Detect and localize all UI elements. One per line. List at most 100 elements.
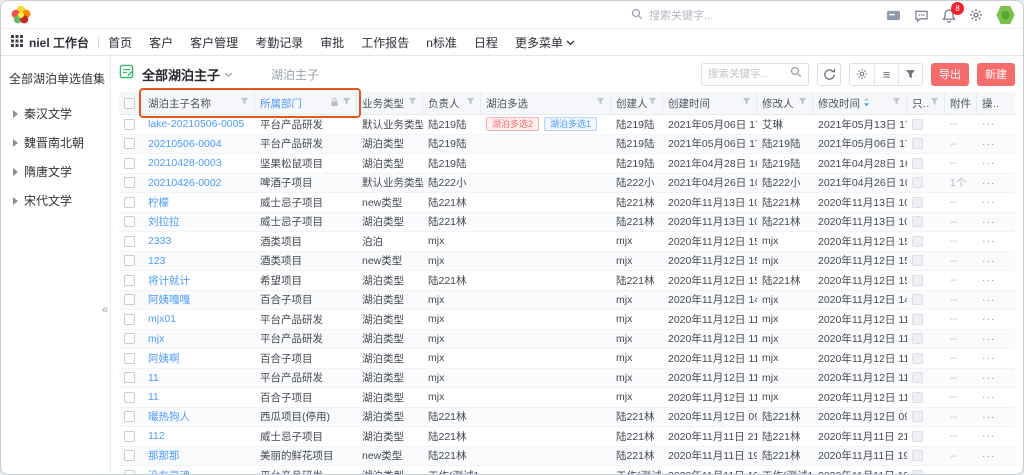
row-checkbox[interactable] <box>124 294 135 305</box>
tags-cell[interactable] <box>481 427 611 446</box>
row-actions-button[interactable]: ··· <box>977 427 1003 446</box>
row-checkbox[interactable] <box>124 353 135 364</box>
table-row[interactable]: 将计就计希望项目湖泊类型陆221林陆221林2020年11月12日 15:15陆… <box>119 271 1015 291</box>
table-row[interactable]: 20210428-0003坚果松鼠项目湖泊类型陆219陆陆219陆2021年04… <box>119 154 1015 174</box>
readonly-cell[interactable] <box>907 154 945 173</box>
row-select-cell[interactable] <box>119 115 143 134</box>
row-checkbox[interactable] <box>124 411 135 422</box>
settings-gear-icon[interactable] <box>969 8 983 22</box>
column-header[interactable]: 所属部门 <box>255 92 357 114</box>
row-select-cell[interactable] <box>119 369 143 388</box>
readonly-cell[interactable] <box>907 388 945 407</box>
record-name-link[interactable]: lake-20210506-0005 <box>143 115 255 134</box>
row-checkbox[interactable] <box>124 470 135 475</box>
readonly-checkbox[interactable] <box>912 411 923 422</box>
readonly-cell[interactable] <box>907 271 945 290</box>
expand-arrow-icon[interactable] <box>13 139 18 147</box>
row-checkbox[interactable] <box>124 372 135 383</box>
nav-item[interactable]: 审批 <box>320 34 344 51</box>
row-checkbox[interactable] <box>124 119 135 130</box>
table-row[interactable]: mjx平台产品研发湖泊类型mjxmjx2020年11月12日 11:44mjx2… <box>119 330 1015 350</box>
row-actions-button[interactable]: ··· <box>977 447 1003 466</box>
readonly-checkbox[interactable] <box>912 470 923 475</box>
apps-grid-icon[interactable] <box>11 35 23 50</box>
row-checkbox[interactable] <box>124 236 135 247</box>
table-row[interactable]: 阿姨啊百合子项目湖泊类型mjxmjx2020年11月12日 11:16mjx20… <box>119 349 1015 369</box>
workspace-title[interactable]: niel 工作台 <box>29 34 89 51</box>
column-header[interactable]: 湖泊多选 <box>481 92 611 114</box>
readonly-cell[interactable] <box>907 193 945 212</box>
readonly-checkbox[interactable] <box>912 216 923 227</box>
readonly-checkbox[interactable] <box>912 255 923 266</box>
row-select-cell[interactable] <box>119 310 143 329</box>
export-button[interactable]: 导出 <box>931 63 969 86</box>
table-row[interactable]: 123酒类项目new类型mjxmjx2020年11月12日 15:25mjx20… <box>119 252 1015 272</box>
row-actions-button[interactable]: ··· <box>977 271 1003 290</box>
table-row[interactable]: 没有灵魂平台产品研发湖泊类型工作(测试1工作(测试12020年11月11日 19… <box>119 466 1015 475</box>
readonly-checkbox[interactable] <box>912 236 923 247</box>
row-actions-button[interactable]: ··· <box>977 252 1003 271</box>
table-row[interactable]: 11百合子项目湖泊类型mjxmjx2020年11月12日 11:04mjx202… <box>119 388 1015 408</box>
row-select-cell[interactable] <box>119 427 143 446</box>
row-checkbox[interactable] <box>124 138 135 149</box>
row-checkbox[interactable] <box>124 392 135 403</box>
tags-cell[interactable] <box>481 154 611 173</box>
readonly-checkbox[interactable] <box>912 275 923 286</box>
global-search[interactable]: 搜索关键字... <box>631 1 713 29</box>
column-header[interactable]: 创建人 <box>611 92 663 114</box>
row-density-icon[interactable]: ≡ <box>874 64 898 85</box>
row-checkbox[interactable] <box>124 177 135 188</box>
readonly-checkbox[interactable] <box>912 353 923 364</box>
nav-item[interactable]: 日程 <box>474 34 498 51</box>
readonly-cell[interactable] <box>907 330 945 349</box>
sort-icon[interactable] <box>860 97 870 110</box>
readonly-cell[interactable] <box>907 174 945 193</box>
tags-cell[interactable] <box>481 349 611 368</box>
record-name-link[interactable]: 柠檬 <box>143 193 255 212</box>
filter-funnel-icon[interactable] <box>408 97 417 109</box>
column-header[interactable]: 负责人 <box>423 92 481 114</box>
filter-funnel-icon[interactable] <box>892 97 901 109</box>
table-row[interactable]: 112威士忌子项目湖泊类型陆221林陆221林2020年11月11日 21:19… <box>119 427 1015 447</box>
tags-cell[interactable] <box>481 252 611 271</box>
sidebar-item[interactable]: 宋代文学 <box>9 186 102 215</box>
nav-item[interactable]: 工作报告 <box>361 34 409 51</box>
row-select-cell[interactable] <box>119 193 143 212</box>
record-name-link[interactable]: 20210506-0004 <box>143 135 255 154</box>
row-actions-button[interactable]: ··· <box>977 291 1003 310</box>
create-button[interactable]: 新建 <box>977 63 1015 86</box>
row-checkbox[interactable] <box>124 450 135 461</box>
filter-funnel-icon[interactable] <box>466 97 475 109</box>
readonly-cell[interactable] <box>907 232 945 251</box>
row-actions-button[interactable]: ··· <box>977 310 1003 329</box>
row-select-cell[interactable] <box>119 232 143 251</box>
readonly-cell[interactable] <box>907 427 945 446</box>
table-row[interactable]: 2333酒类项目泊泊mjxmjx2020年11月12日 15:25mjx2020… <box>119 232 1015 252</box>
row-checkbox[interactable] <box>124 431 135 442</box>
select-all-checkbox[interactable] <box>124 98 135 109</box>
record-name-link[interactable]: 20210426-0002 <box>143 174 255 193</box>
table-row[interactable]: 20210506-0004平台产品研发湖泊类型陆219陆陆219陆2021年05… <box>119 135 1015 155</box>
record-name-link[interactable]: mjx <box>143 330 255 349</box>
row-select-cell[interactable] <box>119 466 143 475</box>
table-row[interactable]: 那那那美丽的鲜花项目new类型陆221林陆221林2020年11月11日 19:… <box>119 447 1015 467</box>
search-icon[interactable] <box>790 65 802 83</box>
record-name-link[interactable]: 123 <box>143 252 255 271</box>
sidebar-item[interactable]: 魏晋南北朝 <box>9 128 102 157</box>
row-actions-button[interactable]: ··· <box>977 466 1003 475</box>
readonly-checkbox[interactable] <box>912 431 923 442</box>
readonly-cell[interactable] <box>907 135 945 154</box>
tags-cell[interactable] <box>481 174 611 193</box>
filter-funnel-icon[interactable] <box>648 97 657 109</box>
row-actions-button[interactable]: ··· <box>977 135 1003 154</box>
row-select-cell[interactable] <box>119 252 143 271</box>
row-select-cell[interactable] <box>119 349 143 368</box>
row-select-cell[interactable] <box>119 154 143 173</box>
table-row[interactable]: lake-20210506-0005平台产品研发默认业务类型陆219陆湖泊多选2… <box>119 115 1015 135</box>
row-checkbox[interactable] <box>124 314 135 325</box>
readonly-checkbox[interactable] <box>912 197 923 208</box>
table-search[interactable] <box>701 63 809 86</box>
readonly-checkbox[interactable] <box>912 372 923 383</box>
tags-cell[interactable] <box>481 408 611 427</box>
tags-cell[interactable] <box>481 310 611 329</box>
